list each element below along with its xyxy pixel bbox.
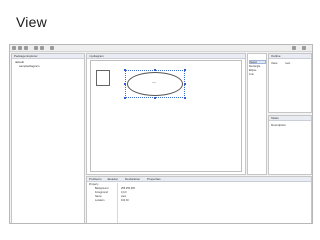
perspective-icon[interactable] [292, 46, 296, 50]
tree-item-samplediagram[interactable]: samplediagram [19, 64, 40, 68]
run-icon[interactable] [34, 46, 38, 50]
slide-title: View [16, 14, 47, 30]
editor-tab-label: mydiagram [89, 54, 104, 58]
property-value[interactable]: 255,255,255 [121, 187, 135, 190]
main-toolbar [10, 45, 312, 52]
palette-item-select[interactable]: Select [249, 60, 266, 64]
property-name: Background [95, 187, 109, 190]
resize-handle[interactable] [124, 69, 126, 71]
outline-row[interactable]: root [285, 61, 290, 65]
package-explorer-panel: Package Explorer default samplediagram [11, 53, 85, 223]
properties-section: Property [89, 183, 99, 186]
print-icon[interactable] [24, 46, 28, 50]
column-divider [117, 183, 118, 223]
search-icon[interactable] [50, 46, 54, 50]
debug-icon[interactable] [40, 46, 44, 50]
resize-handle[interactable] [184, 83, 186, 85]
save-icon[interactable] [18, 46, 22, 50]
resize-handle[interactable] [184, 69, 186, 71]
palette-item-link[interactable]: Link [249, 73, 254, 77]
palette-panel: Select Rectangle Ellipse Link [247, 53, 267, 175]
properties-panel: Problems Javadoc Declaration Properties … [86, 176, 312, 223]
new-icon[interactable] [12, 46, 16, 50]
outline-tab[interactable]: Outline [269, 54, 311, 59]
explorer-tab[interactable]: Package Explorer [12, 54, 84, 59]
property-value[interactable]: 100,30 [121, 199, 129, 202]
resize-handle[interactable] [154, 97, 156, 99]
property-value[interactable]: view [121, 195, 126, 198]
property-name: Location [95, 199, 105, 202]
ellipse-label: view [152, 82, 157, 84]
tab-javadoc[interactable]: Javadoc [107, 177, 118, 182]
outline-panel: Outline View root [268, 53, 312, 113]
property-name: Name [95, 195, 102, 198]
tab-problems[interactable]: Problems [89, 177, 102, 182]
explorer-tab-label: Package Explorer [14, 54, 38, 58]
property-name: Foreground [95, 191, 108, 194]
properties-tabs: Problems Javadoc Declaration Properties [87, 177, 311, 182]
tasks-tab-label: Tasks [271, 116, 279, 120]
diagram-canvas[interactable]: view [90, 60, 242, 172]
tasks-panel: Tasks Description [268, 115, 312, 175]
resize-handle[interactable] [124, 83, 126, 85]
java-perspective-icon[interactable] [302, 46, 306, 50]
editor-tab[interactable]: mydiagram [87, 54, 245, 59]
resize-handle[interactable] [124, 97, 126, 99]
tasks-row: Description [271, 123, 287, 127]
resize-handle[interactable] [154, 69, 156, 71]
tasks-tab[interactable]: Tasks [269, 116, 311, 121]
outline-tab-label: Outline [271, 54, 281, 58]
ellipse-shape[interactable] [127, 72, 183, 96]
ide-window: Package Explorer default samplediagram m… [9, 44, 313, 224]
tab-declaration[interactable]: Declaration [125, 177, 140, 182]
outline-row[interactable]: View [271, 61, 277, 65]
property-value[interactable]: 0,0,0 [121, 191, 127, 194]
rectangle-shape[interactable] [96, 70, 110, 86]
diagram-editor: mydiagram view [86, 53, 246, 175]
tab-properties[interactable]: Properties [147, 177, 161, 182]
resize-handle[interactable] [184, 97, 186, 99]
